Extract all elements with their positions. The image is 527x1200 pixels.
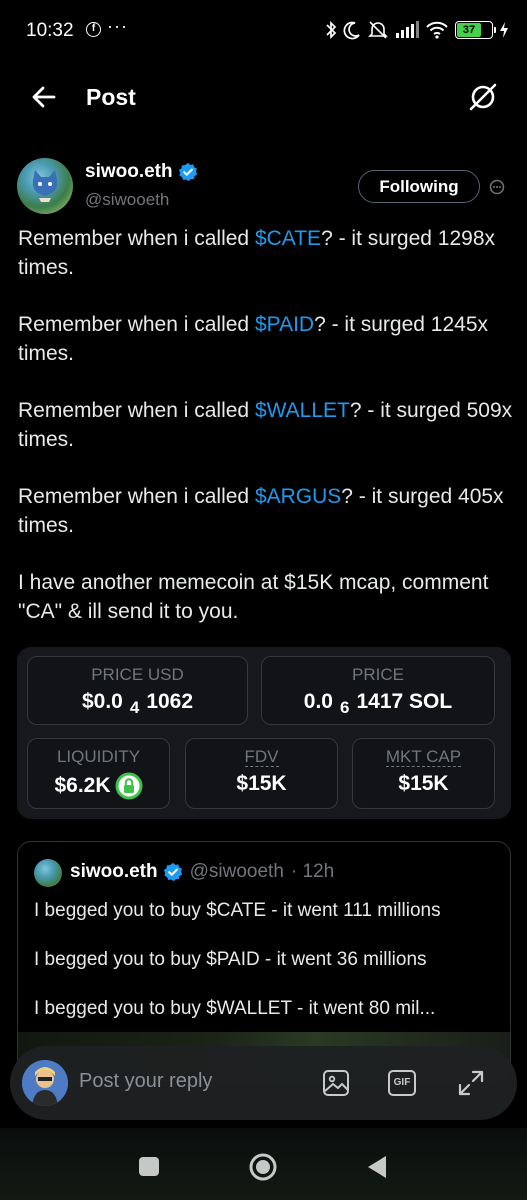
- tweet-paragraph: Remember when i called $CATE? - it surge…: [18, 224, 513, 282]
- quote-line: I begged you to buy $PAID - it went 36 m…: [34, 949, 427, 970]
- cat-avatar-icon: [32, 170, 58, 202]
- liquidity-cell: LIQUIDITY $6.2K: [27, 738, 170, 809]
- image-icon[interactable]: [321, 1068, 351, 1098]
- recents-icon[interactable]: [139, 1157, 159, 1176]
- liquidity-value-row: $6.2K: [28, 772, 169, 800]
- mktcap-value: $15K: [398, 772, 449, 795]
- charging-icon: [500, 22, 508, 38]
- cashtag-link[interactable]: $PAID: [255, 313, 314, 336]
- paragraph-text: Remember when i called: [18, 485, 255, 508]
- status-bar: 10:32 f ··· 37: [0, 0, 527, 62]
- mktcap-cell: MKT CAP $15K: [352, 738, 495, 809]
- price-value: 0.0 6 1417 SOL: [262, 690, 494, 717]
- liquidity-value: $6.2K: [54, 774, 111, 797]
- battery-icon: 37: [455, 21, 496, 39]
- fdv-cell: FDV $15K: [185, 738, 338, 809]
- status-time: 10:32: [26, 20, 74, 41]
- expand-icon[interactable]: [456, 1068, 486, 1098]
- quote-line: I begged you to buy $WALLET - it went 80…: [34, 998, 436, 1019]
- tweet-paragraph: Remember when i called $ARGUS? - it surg…: [18, 482, 513, 540]
- author-name[interactable]: siwoo.eth: [85, 161, 173, 183]
- more-options-icon[interactable]: [488, 178, 506, 196]
- price-usd-suffix: 1062: [146, 690, 194, 713]
- home-icon[interactable]: [248, 1152, 278, 1182]
- quote-author-handle: @siwooeth: [189, 861, 284, 882]
- price-usd-cell: PRICE USD $0.0 4 1062: [27, 656, 248, 725]
- signal-icon: [396, 21, 419, 38]
- user-avatar: [22, 1060, 68, 1106]
- paragraph-text: Remember when i called: [18, 313, 255, 336]
- more-notifications-icon: ···: [107, 16, 128, 36]
- quote-author-name: siwoo.eth: [70, 861, 158, 882]
- quote-timestamp: · 12h: [290, 861, 335, 882]
- fdv-value: $15K: [236, 772, 287, 795]
- reply-input[interactable]: Post your reply: [79, 1070, 212, 1093]
- liquidity-label: LIQUIDITY: [56, 747, 141, 766]
- grok-icon[interactable]: [465, 79, 501, 115]
- cashtag-link[interactable]: $CATE: [255, 227, 321, 250]
- page-title: Post: [86, 84, 136, 110]
- token-card[interactable]: PRICE USD $0.0 4 1062 PRICE 0.0 6 1417 SOL L…: [17, 647, 511, 819]
- price-suffix: 1417 SOL: [356, 690, 453, 713]
- price-cell: PRICE 0.0 6 1417 SOL: [261, 656, 495, 725]
- tweet-paragraph: Remember when i called $PAID? - it surge…: [18, 310, 513, 368]
- header: Post: [0, 62, 527, 130]
- moon-icon: [343, 21, 360, 40]
- gif-icon[interactable]: GIF: [388, 1070, 416, 1096]
- cashtag-link[interactable]: $WALLET: [255, 399, 350, 422]
- paragraph-text: Remember when i called: [18, 399, 255, 422]
- verified-badge-icon: [178, 162, 197, 182]
- paragraph-text: Remember when i called: [18, 227, 255, 250]
- arrow-left-icon[interactable]: [28, 81, 60, 113]
- cashtag-link[interactable]: $ARGUS: [255, 485, 341, 508]
- wifi-icon: [426, 21, 448, 39]
- mktcap-label: MKT CAP: [385, 747, 462, 767]
- quote-avatar: [34, 859, 62, 887]
- reply-bar[interactable]: Post your reply GIF: [10, 1046, 517, 1120]
- author-name-row[interactable]: siwoo.eth: [85, 161, 198, 183]
- price-usd-label: PRICE USD: [91, 665, 184, 684]
- price-label: PRICE: [352, 665, 404, 684]
- tweet-paragraph: Remember when i called $WALLET? - it sur…: [18, 396, 513, 454]
- price-usd-value: $0.0 4 1062: [28, 690, 247, 717]
- following-button[interactable]: Following: [358, 170, 480, 203]
- author-handle[interactable]: @siwooeth: [85, 190, 169, 210]
- status-icons: 37: [325, 18, 509, 42]
- quote-text: I begged you to buy $CATE - it went 111 …: [34, 898, 504, 1045]
- quote-line: I begged you to buy $CATE - it went 111 …: [34, 900, 441, 921]
- bluetooth-icon: [326, 20, 337, 40]
- battery-level: 37: [457, 23, 481, 37]
- system-nav-bar: [0, 1128, 527, 1200]
- tweet-text: Remember when i called $CATE? - it surge…: [18, 224, 513, 654]
- quote-header: siwoo.eth @siwooeth · 12h: [70, 861, 334, 883]
- facebook-icon: f: [86, 22, 101, 37]
- price-usd-zeros: 4: [129, 698, 140, 717]
- fdv-label: FDV: [244, 747, 279, 767]
- back-icon[interactable]: [366, 1154, 388, 1180]
- avatar-figure-icon: [22, 1060, 68, 1106]
- mute-icon: [368, 21, 388, 39]
- price-usd-prefix: $0.0: [81, 690, 123, 713]
- price-prefix: 0.0: [303, 690, 333, 713]
- verified-badge-icon: [163, 862, 182, 882]
- price-zeros: 6: [340, 698, 350, 717]
- author-avatar[interactable]: [17, 158, 73, 214]
- lock-icon: [115, 772, 143, 800]
- quoted-post[interactable]: siwoo.eth @siwooeth · 12h I begged you t…: [17, 841, 511, 1081]
- tweet-closing: I have another memecoin at $15K mcap, co…: [18, 571, 489, 623]
